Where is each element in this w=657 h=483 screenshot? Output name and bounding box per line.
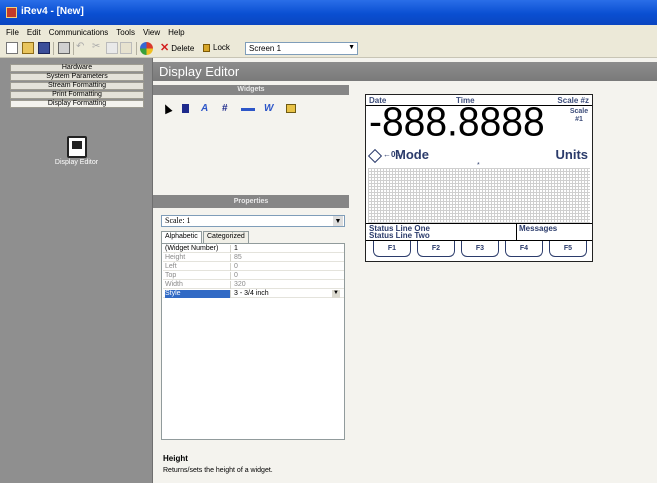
menu-bar: File Edit Communications Tools View Help bbox=[0, 25, 657, 39]
toolbar-separator bbox=[136, 42, 137, 55]
print-icon[interactable] bbox=[58, 42, 70, 54]
title-bar: iRev4 - [New] bbox=[0, 0, 657, 25]
menu-tools[interactable]: Tools bbox=[116, 28, 135, 37]
copy-icon bbox=[106, 42, 118, 54]
scale-tag-line-2: #1 bbox=[575, 116, 583, 123]
menu-communications[interactable]: Communications bbox=[49, 28, 109, 37]
help-text: Returns/sets the height of a widget. bbox=[163, 467, 273, 474]
chevron-down-icon: ▼ bbox=[333, 216, 343, 226]
property-row-selected[interactable]: Style 3 - 3/4 inch ▼ bbox=[163, 290, 344, 298]
function-key-f4[interactable]: F4 bbox=[505, 241, 543, 257]
lock-label: Lock bbox=[213, 43, 230, 52]
property-name: Top bbox=[165, 272, 231, 280]
mode-label[interactable]: Mode bbox=[395, 147, 429, 162]
pointer-icon[interactable] bbox=[161, 102, 173, 115]
undo-icon: ↶ bbox=[76, 41, 85, 52]
property-row[interactable]: Height 85 bbox=[163, 254, 344, 262]
w-widget-icon[interactable]: W bbox=[264, 103, 273, 114]
menu-view[interactable]: View bbox=[143, 28, 160, 37]
screen-select[interactable]: Screen 1 ▼ bbox=[245, 42, 358, 55]
lock-icon bbox=[203, 43, 210, 52]
delete-icon: ✕ bbox=[160, 42, 170, 54]
nav-print-formatting[interactable]: Print Formatting bbox=[10, 91, 144, 99]
delete-label: Delete bbox=[171, 43, 195, 53]
weight-widget-icon[interactable] bbox=[182, 104, 189, 113]
paste-icon bbox=[120, 42, 132, 54]
menu-edit[interactable]: Edit bbox=[27, 28, 41, 37]
property-grid: (Widget Number) 1 Height 85 Left 0 Top 0… bbox=[161, 243, 345, 440]
display-scale-number[interactable]: Scale #z bbox=[557, 96, 589, 105]
property-name: (Widget Number) bbox=[165, 245, 231, 253]
chevron-down-icon: ▼ bbox=[348, 44, 355, 51]
page-title: Display Editor bbox=[153, 62, 657, 81]
property-name: Style bbox=[165, 290, 231, 298]
scale-tag-line-1: Scale bbox=[569, 108, 589, 115]
window-title: iRev4 - [New] bbox=[21, 6, 84, 17]
property-value[interactable]: 320 bbox=[234, 281, 246, 288]
scale-select-value: Scale: 1 bbox=[165, 216, 191, 225]
text-widget-icon[interactable]: A bbox=[201, 103, 208, 114]
line-widget-icon[interactable] bbox=[241, 108, 255, 111]
property-name: Left bbox=[165, 263, 231, 271]
property-row[interactable]: Width 320 bbox=[163, 281, 344, 289]
cut-icon: ✂ bbox=[92, 41, 101, 52]
properties-header: Properties bbox=[153, 195, 349, 208]
property-row[interactable]: Left 0 bbox=[163, 263, 344, 271]
status-line-two[interactable]: Status Line Two bbox=[369, 231, 430, 240]
property-row[interactable]: Top 0 bbox=[163, 272, 344, 280]
scale-select[interactable]: Scale: 1 ▼ bbox=[161, 215, 345, 227]
nav-stream-formatting[interactable]: Stream Formatting bbox=[10, 82, 144, 90]
screen-select-value: Screen 1 bbox=[249, 44, 282, 53]
tab-alphabetic[interactable]: Alphabetic bbox=[161, 231, 202, 243]
number-widget-icon[interactable]: # bbox=[222, 103, 228, 114]
function-key-f3[interactable]: F3 bbox=[461, 241, 499, 257]
weight-reading[interactable]: -888.8888 bbox=[369, 100, 545, 146]
chevron-down-icon[interactable]: ▼ bbox=[332, 290, 340, 298]
menu-file[interactable]: File bbox=[6, 28, 19, 37]
graphic-area[interactable] bbox=[368, 168, 590, 223]
color-palette-icon[interactable] bbox=[140, 42, 153, 55]
display-editor-icon[interactable] bbox=[67, 136, 87, 158]
property-row[interactable]: (Widget Number) 1 bbox=[163, 245, 344, 253]
menu-help[interactable]: Help bbox=[168, 28, 184, 37]
tab-categorized[interactable]: Categorized bbox=[203, 231, 249, 243]
toolbar-separator bbox=[73, 42, 74, 55]
scale-display-preview[interactable]: Date Time Scale #z -888.8888 Scale #1 ←0… bbox=[365, 94, 593, 262]
image-widget-icon[interactable] bbox=[286, 104, 296, 113]
scale-tag[interactable]: Scale #1 bbox=[569, 108, 589, 124]
divider bbox=[516, 223, 517, 240]
function-key-f5[interactable]: F5 bbox=[549, 241, 587, 257]
motion-icon bbox=[367, 148, 383, 164]
units-label[interactable]: Units bbox=[556, 147, 589, 162]
messages-label[interactable]: Messages bbox=[519, 224, 557, 233]
widgets-panel: A # W bbox=[153, 95, 349, 195]
widgets-header: Widgets bbox=[153, 85, 349, 95]
nav-hardware[interactable]: Hardware bbox=[10, 64, 144, 72]
property-value[interactable]: 3 - 3/4 inch bbox=[234, 290, 269, 297]
property-value[interactable]: 0 bbox=[234, 272, 238, 279]
left-nav: Hardware System Parameters Stream Format… bbox=[0, 58, 153, 483]
property-name: Width bbox=[165, 281, 231, 289]
function-key-f2[interactable]: F2 bbox=[417, 241, 455, 257]
toolbar-separator bbox=[53, 42, 54, 55]
property-value[interactable]: 85 bbox=[234, 254, 242, 261]
lock-button[interactable]: Lock bbox=[203, 43, 230, 52]
open-folder-icon[interactable] bbox=[22, 42, 34, 54]
delete-button[interactable]: ✕ Delete bbox=[160, 42, 195, 54]
main-area: Display Editor Widgets A # W Properties … bbox=[153, 58, 657, 483]
display-editor-label[interactable]: Display Editor bbox=[0, 159, 153, 166]
property-name: Height bbox=[165, 254, 231, 262]
new-file-icon[interactable] bbox=[6, 42, 18, 54]
function-key-f1[interactable]: F1 bbox=[373, 241, 411, 257]
toolbar: ↶ ✂ ✕ Delete Lock Screen 1 ▼ bbox=[0, 39, 657, 58]
nav-system-parameters[interactable]: System Parameters bbox=[10, 73, 144, 81]
property-value[interactable]: 1 bbox=[234, 245, 238, 252]
help-title: Height bbox=[163, 454, 188, 463]
property-value[interactable]: 0 bbox=[234, 263, 238, 270]
save-icon[interactable] bbox=[38, 42, 50, 54]
property-help: Height Returns/sets the height of a widg… bbox=[161, 445, 349, 483]
app-icon bbox=[6, 7, 17, 18]
nav-display-formatting[interactable]: Display Formatting bbox=[10, 100, 144, 108]
